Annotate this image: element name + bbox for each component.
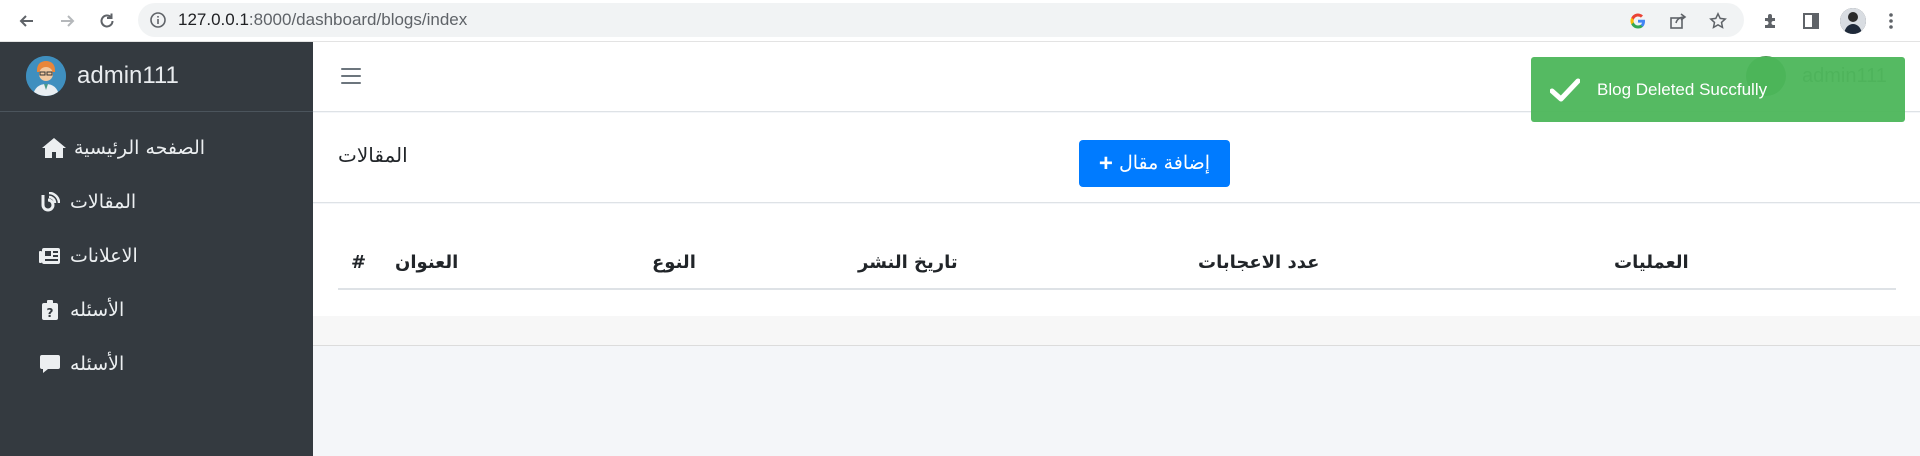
google-icon[interactable] <box>1626 9 1650 33</box>
sidebar-item-label: الصفحه الرئيسية <box>74 137 206 159</box>
comment-icon <box>38 352 62 376</box>
chrome-menu-icon[interactable] <box>1876 6 1906 36</box>
add-blog-button-label: إضافة مقال <box>1118 153 1211 174</box>
brand-avatar <box>26 56 66 96</box>
column-header-hash: # <box>351 252 367 273</box>
sidebar-item-questions[interactable]: ? الأسئله <box>38 288 124 332</box>
column-header-type: النوع <box>652 252 696 273</box>
success-toast[interactable]: Blog Deleted Succfully <box>1531 57 1905 122</box>
question-clipboard-icon: ? <box>38 298 62 322</box>
sidebar-item-label: الأسئله <box>70 299 125 321</box>
newspaper-icon <box>38 244 62 268</box>
profile-avatar-icon[interactable] <box>1838 6 1868 36</box>
add-blog-button[interactable]: + إضافة مقال <box>1079 140 1230 187</box>
table-header-row: # العنوان النوع تاريخ النشر عدد الاعجابا… <box>338 244 1896 290</box>
bookmark-star-icon[interactable] <box>1706 9 1730 33</box>
toast-message: Blog Deleted Succfully <box>1597 79 1768 99</box>
forward-arrow-icon[interactable] <box>52 6 82 36</box>
extensions-puzzle-icon[interactable] <box>1756 6 1786 36</box>
plus-icon: + <box>1098 149 1113 177</box>
sidebar-item-home[interactable]: الصفحه الرئيسية <box>42 126 205 170</box>
sidebar-item-blogs[interactable]: المقالات <box>38 180 136 224</box>
column-header-actions: العمليات <box>1614 252 1689 273</box>
side-panel-icon[interactable] <box>1796 6 1826 36</box>
hamburger-menu-icon[interactable] <box>339 64 363 88</box>
check-icon <box>1547 72 1583 108</box>
brand-name: admin111 <box>77 62 179 89</box>
reload-icon[interactable] <box>92 6 122 36</box>
address-url[interactable]: 127.0.0.1:8000/dashboard/blogs/index <box>178 3 467 37</box>
page-title: المقالات <box>338 143 408 167</box>
site-info-icon[interactable] <box>150 12 166 32</box>
share-icon[interactable] <box>1666 9 1690 33</box>
sidebar-item-ads[interactable]: الاعلانات <box>38 234 138 278</box>
card-footer <box>313 316 1920 346</box>
url-host: 127.0.0.1 <box>178 10 249 29</box>
column-header-publish-date: تاريخ النشر <box>858 252 958 273</box>
blogs-table-card: # العنوان النوع تاريخ النشر عدد الاعجابا… <box>313 204 1920 316</box>
back-arrow-icon[interactable] <box>12 6 42 36</box>
sidebar-item-label: الأسئله <box>70 353 125 375</box>
sidebar-item-questions-2[interactable]: الأسئله <box>38 342 124 386</box>
svg-text:?: ? <box>47 306 54 320</box>
sidebar-brand[interactable]: admin111 <box>0 42 313 112</box>
sidebar: admin111 الصفحه الرئيسية المقالات الاعلا… <box>0 42 313 456</box>
browser-toolbar: 127.0.0.1:8000/dashboard/blogs/index <box>0 0 1920 42</box>
blog-icon <box>38 190 62 214</box>
address-bar[interactable]: 127.0.0.1:8000/dashboard/blogs/index <box>138 3 1744 37</box>
column-header-title: العنوان <box>395 252 459 273</box>
column-header-likes: عدد الاعجابات <box>1198 252 1320 273</box>
content-header: المقالات + إضافة مقال <box>313 113 1920 203</box>
url-path: :8000/dashboard/blogs/index <box>248 10 468 29</box>
sidebar-item-label: الاعلانات <box>70 245 138 267</box>
home-icon <box>42 136 66 160</box>
sidebar-item-label: المقالات <box>70 191 137 213</box>
